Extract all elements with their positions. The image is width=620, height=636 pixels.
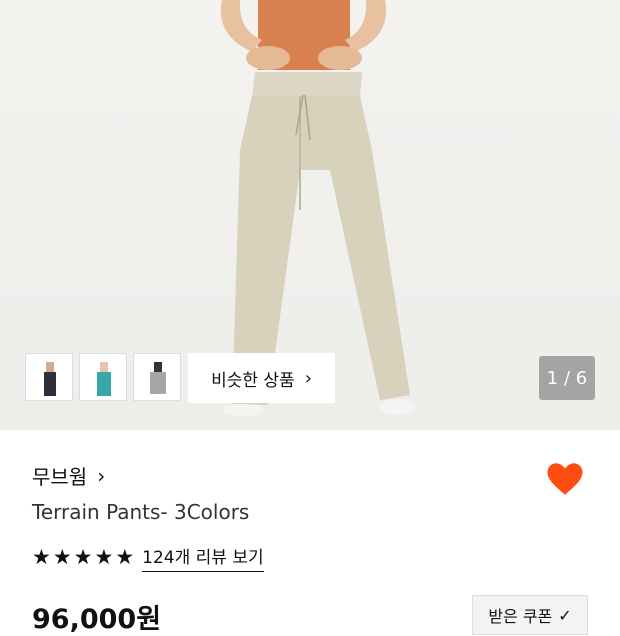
chevron-right-icon: › xyxy=(97,463,106,488)
rating-row: ★ ★ ★ ★ ★ 124개 리뷰 보기 xyxy=(32,543,264,572)
product-title: Terrain Pants- 3Colors xyxy=(32,500,250,524)
coupon-label: 받은 쿠폰 xyxy=(488,607,553,626)
image-counter: 1 / 6 xyxy=(539,356,595,400)
thumbnail-black[interactable] xyxy=(25,353,73,401)
check-icon: ✓ xyxy=(558,605,572,625)
reviews-link[interactable]: 124개 리뷰 보기 xyxy=(142,543,264,572)
star-icon: ★ xyxy=(94,545,114,569)
product-image-carousel[interactable]: 비슷한 상품 › 1 / 6 xyxy=(0,0,620,430)
thumbnail-teal[interactable] xyxy=(79,353,127,401)
star-icon: ★ xyxy=(73,545,93,569)
brand-link[interactable]: 무브웜 › xyxy=(32,461,105,490)
product-price: 96,000원 xyxy=(32,604,162,635)
star-icon: ★ xyxy=(32,545,51,569)
thumbnail-gray[interactable] xyxy=(133,353,181,401)
star-icon: ★ xyxy=(52,545,72,569)
similar-products-label: 비슷한 상품 xyxy=(211,370,295,391)
brand-name: 무브웜 xyxy=(32,465,88,489)
heart-icon[interactable] xyxy=(544,458,586,500)
star-rating: ★ ★ ★ ★ ★ xyxy=(32,547,134,568)
similar-products-button[interactable]: 비슷한 상품 › xyxy=(188,353,335,403)
star-icon: ★ xyxy=(115,545,135,569)
thumbnail-strip xyxy=(25,353,181,401)
received-coupon-button[interactable]: 받은 쿠폰 ✓ xyxy=(472,595,588,635)
chevron-right-icon: › xyxy=(304,367,312,389)
